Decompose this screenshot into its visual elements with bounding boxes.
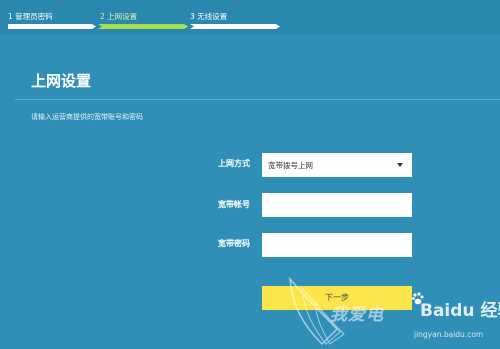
step-track-1 <box>8 24 96 29</box>
watermark-url: jingyan.baidu.com <box>414 330 484 339</box>
broadband-account-label: 宽带帐号 <box>218 200 250 209</box>
step-admin-password: 1 管理员密码 <box>8 12 53 21</box>
broadband-password-input[interactable] <box>262 233 412 257</box>
connection-mode-value: 宽带拨号上网 <box>268 161 313 170</box>
broadband-password-label: 宽带密码 <box>218 239 250 248</box>
step-track-2-active <box>98 24 188 29</box>
step-internet-settings: 2 上网设置 <box>100 12 138 21</box>
page-hint: 请输入运营商提供的宽带账号和密码 <box>31 113 143 121</box>
step-wireless-settings: 3 无线设置 <box>190 12 228 21</box>
step-track-3 <box>190 24 280 29</box>
broadband-account-input[interactable] <box>262 193 412 217</box>
connection-mode-select[interactable]: 宽带拨号上网 <box>262 153 412 177</box>
wizard-steps: 1 管理员密码 2 上网设置 3 无线设置 <box>0 0 500 34</box>
title-divider <box>15 99 500 100</box>
page-title: 上网设置 <box>31 72 92 90</box>
watermark-text: 我爱电 <box>330 305 384 325</box>
watermark-brand: Baidu 经验 <box>420 301 500 321</box>
dropdown-arrow-icon <box>397 163 403 167</box>
connection-mode-label: 上网方式 <box>218 159 250 168</box>
